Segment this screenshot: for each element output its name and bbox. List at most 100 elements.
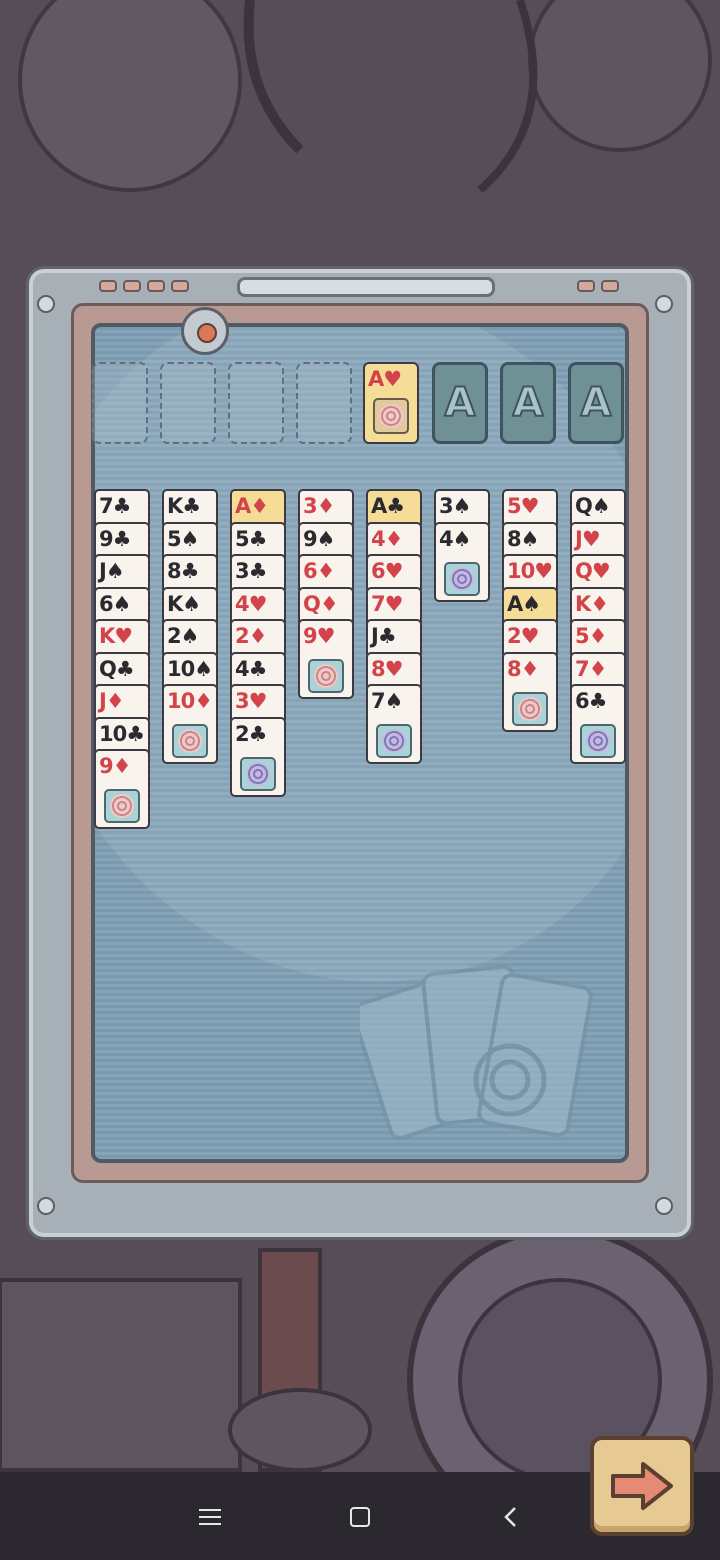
card-label: 2♦ xyxy=(235,624,267,648)
card-label: 2♥ xyxy=(507,624,539,648)
nav-menu-button[interactable] xyxy=(190,1500,230,1534)
indicator-light xyxy=(99,280,117,292)
indicator-light xyxy=(577,280,595,292)
tableau-card[interactable]: 4♠ xyxy=(434,522,490,602)
tableau-card[interactable]: 8♦ xyxy=(502,652,558,732)
spiral-icon xyxy=(580,724,616,758)
tableau-card[interactable]: 10♦ xyxy=(162,684,218,764)
card-label: K♥ xyxy=(99,624,133,648)
screw-icon xyxy=(37,295,55,313)
spiral-icon xyxy=(444,562,480,596)
menu-icon xyxy=(199,1509,221,1525)
card-label: 3♦ xyxy=(303,494,335,518)
card-label: 9♦ xyxy=(99,754,131,778)
free-cell-1[interactable] xyxy=(92,362,148,444)
card-label: 2♣ xyxy=(235,722,267,746)
card-label: Q♣ xyxy=(99,657,135,681)
card-label: 10♠ xyxy=(167,657,213,681)
card-label: J♥ xyxy=(575,527,601,551)
screw-icon xyxy=(655,1197,673,1215)
indicator-light xyxy=(171,280,189,292)
card-label: 5♠ xyxy=(167,527,199,551)
card-label: 3♠ xyxy=(439,494,471,518)
card-label: 5♦ xyxy=(575,624,607,648)
foundation-1[interactable]: A xyxy=(432,362,488,444)
spiral-icon xyxy=(172,724,208,758)
card-label: 8♣ xyxy=(167,559,199,583)
tableau-card[interactable]: 2♣ xyxy=(230,717,286,797)
spiral-icon xyxy=(240,757,276,791)
card-label: 9♥ xyxy=(303,624,335,648)
spiral-icon xyxy=(512,692,548,726)
card-label: K♣ xyxy=(167,494,201,518)
card-label: A♦ xyxy=(235,494,269,518)
card-label: 2♠ xyxy=(167,624,199,648)
card-label: 4♣ xyxy=(235,657,267,681)
card-label: 10♥ xyxy=(507,559,553,583)
card-label: 4♥ xyxy=(235,592,267,616)
nav-home-button[interactable] xyxy=(340,1500,380,1534)
screw-icon xyxy=(37,1197,55,1215)
spiral-icon xyxy=(104,789,140,823)
card-label: Q♠ xyxy=(575,494,611,518)
screw-icon xyxy=(655,295,673,313)
card-label: 6♠ xyxy=(99,592,131,616)
card-label: 3♣ xyxy=(235,559,267,583)
card-label: 5♣ xyxy=(235,527,267,551)
card-label: 4♦ xyxy=(371,527,403,551)
free-cell-4[interactable] xyxy=(296,362,352,444)
free-cell-2[interactable] xyxy=(160,362,216,444)
foundation-label: A xyxy=(512,379,545,427)
tableau-card[interactable]: 6♣ xyxy=(570,684,626,764)
card-label: 9♠ xyxy=(303,527,335,551)
next-button[interactable] xyxy=(590,1436,694,1536)
card-label: K♦ xyxy=(575,592,609,616)
spiral-icon xyxy=(376,724,412,758)
card-label: 7♣ xyxy=(99,494,131,518)
card-label: 7♦ xyxy=(575,657,607,681)
indicator-light xyxy=(601,280,619,292)
card-label: 6♣ xyxy=(575,689,607,713)
spiral-icon xyxy=(373,398,409,434)
spiral-icon xyxy=(308,659,344,693)
gauge-icon xyxy=(181,307,229,355)
card-label: K♠ xyxy=(167,592,201,616)
tableau-card[interactable]: 7♠ xyxy=(366,684,422,764)
foundation-label: A xyxy=(580,379,613,427)
card-label: Q♥ xyxy=(575,559,611,583)
card-label: 4♠ xyxy=(439,527,471,551)
card-label: 8♥ xyxy=(371,657,403,681)
indicator-light xyxy=(147,280,165,292)
foundation-2[interactable]: A xyxy=(500,362,556,444)
card-label: 6♦ xyxy=(303,559,335,583)
card-label: 10♦ xyxy=(167,689,213,713)
card-label: A♠ xyxy=(507,592,541,616)
nav-back-button[interactable] xyxy=(490,1500,530,1534)
card-label: A♥ xyxy=(368,367,402,391)
card-label: Q♦ xyxy=(303,592,339,616)
card-label: 8♠ xyxy=(507,527,539,551)
card-label: A♣ xyxy=(371,494,405,518)
foundation-3[interactable]: A xyxy=(568,362,624,444)
card-label: 6♥ xyxy=(371,559,403,583)
card-label: J♦ xyxy=(99,689,125,713)
top-bar xyxy=(237,277,495,297)
card-label: 7♥ xyxy=(371,592,403,616)
tableau-card[interactable]: 9♦ xyxy=(94,749,150,829)
tableau-card[interactable]: 9♥ xyxy=(298,619,354,699)
card-label: 3♥ xyxy=(235,689,267,713)
cards-watermark-icon xyxy=(360,964,593,1140)
card-label: J♠ xyxy=(99,559,125,583)
foundation-label: A xyxy=(444,379,477,427)
indicator-light xyxy=(123,280,141,292)
arrow-right-icon xyxy=(611,1462,673,1510)
card-label: 10♣ xyxy=(99,722,145,746)
card-label: 8♦ xyxy=(507,657,539,681)
free-cell-3[interactable] xyxy=(228,362,284,444)
card-label: 9♣ xyxy=(99,527,131,551)
card-label: 5♥ xyxy=(507,494,539,518)
card-label: 7♠ xyxy=(371,689,403,713)
home-icon xyxy=(350,1507,370,1527)
card-label: J♣ xyxy=(371,624,397,648)
free-cell-card[interactable]: A♥ xyxy=(363,362,419,444)
